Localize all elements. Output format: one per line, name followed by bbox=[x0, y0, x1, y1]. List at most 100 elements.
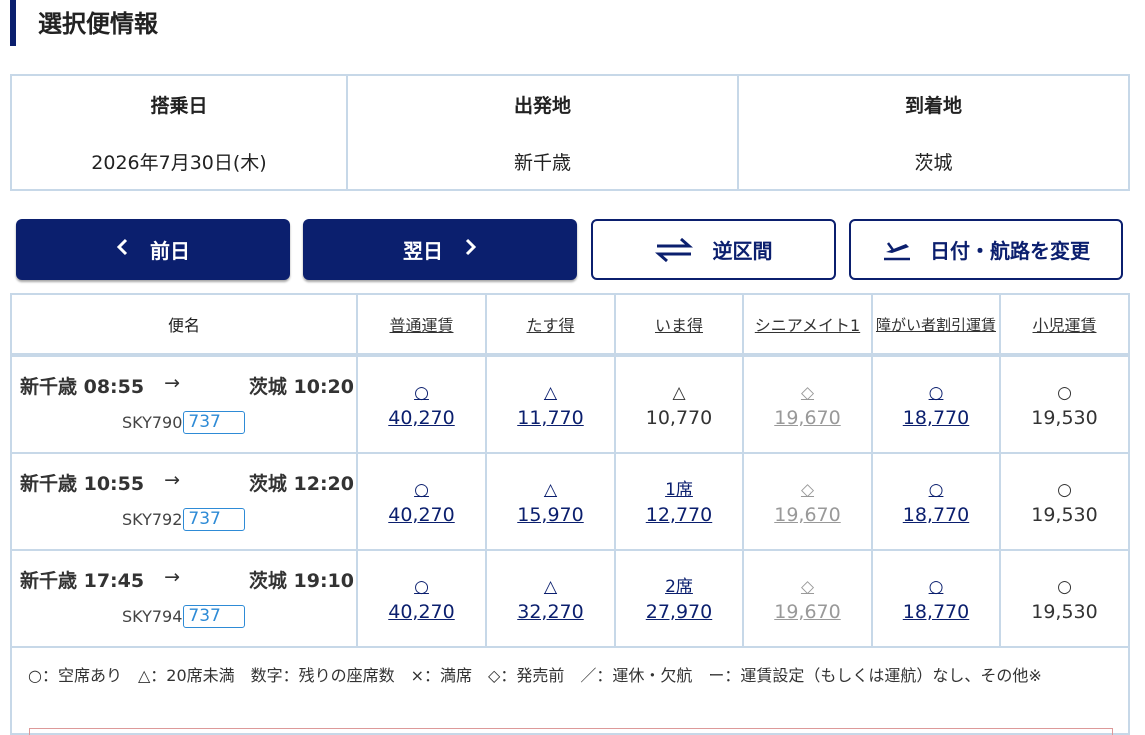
fare-option[interactable]: ◇ 19,670 bbox=[744, 454, 871, 528]
fare-option[interactable]: 2席 27,970 bbox=[616, 551, 742, 625]
fare-cell[interactable]: △ 32,270 bbox=[485, 549, 616, 648]
fare-header-link[interactable]: 障がい者割引運賃 bbox=[876, 316, 996, 334]
fare-option[interactable]: ○ 40,270 bbox=[358, 357, 485, 431]
fare-option[interactable]: ◇ 19,670 bbox=[744, 357, 871, 431]
fare-header-link[interactable]: 普通運賃 bbox=[389, 316, 453, 335]
aircraft-type-badge[interactable]: 737 bbox=[183, 605, 246, 628]
fare-cell[interactable]: ◇ 19,670 bbox=[742, 549, 873, 648]
route: 新千歳 08:55 → 茨城 10:20 bbox=[12, 357, 356, 399]
departure-time: 新千歳 17:45 bbox=[20, 570, 145, 592]
fare-cell[interactable]: △ 10,770 bbox=[614, 355, 744, 454]
fare-option[interactable]: ○ 40,270 bbox=[358, 551, 485, 625]
fare-cell[interactable]: 1席 12,770 bbox=[614, 452, 744, 551]
fare-cell[interactable]: ○ 18,770 bbox=[871, 549, 1001, 648]
aircraft-type-badge[interactable]: 737 bbox=[183, 411, 246, 434]
fare-cell[interactable]: ○ 18,770 bbox=[871, 355, 1001, 454]
fare-cell[interactable]: △ 11,770 bbox=[485, 355, 616, 454]
fare-cell[interactable]: ◇ 19,670 bbox=[742, 355, 873, 454]
fare-price: 40,270 bbox=[388, 407, 455, 429]
chevron-right-icon bbox=[465, 237, 477, 262]
availability-symbol: △ bbox=[543, 480, 558, 500]
fare-price: 18,770 bbox=[902, 407, 970, 429]
arrival-time: 茨城 19:10 bbox=[248, 570, 354, 592]
fare-header-imatoku[interactable]: いま得 bbox=[614, 295, 744, 355]
fare-header-link[interactable]: いま得 bbox=[655, 316, 703, 335]
fare-header-tasutoku[interactable]: たす得 bbox=[485, 295, 616, 355]
fare-option[interactable]: ◇ 19,670 bbox=[744, 551, 871, 625]
change-date-route-label: 日付・航路を変更 bbox=[930, 239, 1090, 263]
route-arrow: → bbox=[164, 566, 181, 588]
fare-option[interactable]: △ 10,770 bbox=[616, 357, 742, 431]
fare-header-child[interactable]: 小児運賃 bbox=[999, 295, 1128, 355]
flight-number: SKY792 bbox=[122, 510, 183, 529]
departure-label: 出発地 bbox=[513, 95, 571, 117]
flight-info-cell: 新千歳 08:55 → 茨城 10:20 SKY790 737 bbox=[12, 355, 358, 454]
fare-option[interactable]: ○ 18,770 bbox=[873, 454, 999, 528]
flight-fare-table: 便名 普通運賃 たす得 いま得 シニアメイト1 障がい者割引運賃 小児運賃 新千… bbox=[10, 293, 1130, 735]
change-date-route-button[interactable]: 日付・航路を変更 bbox=[849, 219, 1123, 280]
fare-cell[interactable]: ◇ 19,670 bbox=[742, 452, 873, 551]
notice-box bbox=[29, 728, 1113, 735]
fare-header-link[interactable]: シニアメイト1 bbox=[755, 316, 860, 335]
boarding-date-label: 搭乗日 bbox=[150, 95, 208, 117]
availability-symbol: △ bbox=[672, 383, 686, 403]
fare-header-link[interactable]: 小児運賃 bbox=[1032, 316, 1096, 335]
flight-number-line: SKY794 737 bbox=[122, 605, 356, 628]
next-day-button[interactable]: 翌日 bbox=[303, 219, 577, 280]
boarding-date-value: 2026年7月30日(木) bbox=[91, 152, 267, 174]
fare-option[interactable]: △ 11,770 bbox=[487, 357, 614, 431]
fare-cell[interactable]: ○ 18,770 bbox=[871, 452, 1001, 551]
fare-cell[interactable]: ○ 40,270 bbox=[356, 355, 487, 454]
fare-cell[interactable]: ○ 19,530 bbox=[999, 549, 1128, 648]
table-row: 新千歳 10:55 → 茨城 12:20 SKY792 737 ○ 40,270 △ 15,97… bbox=[12, 452, 1128, 551]
fare-price: 19,530 bbox=[1031, 407, 1098, 429]
availability-symbol: ○ bbox=[928, 577, 944, 597]
availability-symbol: ○ bbox=[1057, 577, 1072, 597]
flight-column-header: 便名 bbox=[12, 295, 358, 355]
fare-option[interactable]: ○ 18,770 bbox=[873, 357, 999, 431]
fare-header-disability[interactable]: 障がい者割引運賃 bbox=[871, 295, 1001, 355]
fare-option[interactable]: △ 32,270 bbox=[487, 551, 614, 625]
fare-header-regular[interactable]: 普通運賃 bbox=[356, 295, 487, 355]
table-row: 新千歳 17:45 → 茨城 19:10 SKY794 737 ○ 40,270 △ 32,27… bbox=[12, 549, 1128, 648]
fare-cell[interactable]: ○ 19,530 bbox=[999, 452, 1128, 551]
section-title: 選択便情報 bbox=[10, 0, 410, 46]
fare-option[interactable]: ○ 19,530 bbox=[1001, 454, 1128, 528]
availability-symbol: ○ bbox=[928, 480, 944, 500]
availability-symbol: 1席 bbox=[665, 480, 693, 500]
fare-cell[interactable]: △ 15,970 bbox=[485, 452, 616, 551]
prev-day-button[interactable]: 前日 bbox=[16, 219, 290, 280]
fare-option[interactable]: ○ 18,770 bbox=[873, 551, 999, 625]
fare-price: 40,270 bbox=[388, 504, 455, 526]
fare-header-link[interactable]: たす得 bbox=[526, 316, 574, 335]
availability-symbol: ○ bbox=[414, 383, 429, 403]
fare-cell[interactable]: ○ 40,270 bbox=[356, 452, 487, 551]
flight-info-cell: 新千歳 17:45 → 茨城 19:10 SKY794 737 bbox=[12, 549, 358, 648]
fare-option[interactable]: ○ 19,530 bbox=[1001, 551, 1128, 625]
route: 新千歳 17:45 → 茨城 19:10 bbox=[12, 551, 356, 593]
availability-symbol: ◇ bbox=[800, 383, 815, 403]
reverse-route-button[interactable]: 逆区間 bbox=[591, 219, 836, 280]
fare-price: 32,270 bbox=[517, 601, 584, 623]
availability-symbol: ○ bbox=[1057, 383, 1072, 403]
arrival-value: 茨城 bbox=[914, 152, 953, 174]
aircraft-type-badge[interactable]: 737 bbox=[183, 508, 246, 531]
arrival-label: 到着地 bbox=[904, 95, 962, 117]
flight-number: SKY790 bbox=[122, 413, 183, 432]
availability-symbol: ○ bbox=[1057, 480, 1072, 500]
fare-cell[interactable]: 2席 27,970 bbox=[614, 549, 744, 648]
availability-symbol: △ bbox=[543, 577, 558, 597]
fare-price: 15,970 bbox=[517, 504, 584, 526]
table-row: 新千歳 08:55 → 茨城 10:20 SKY790 737 ○ 40,270 △ 11,77… bbox=[12, 355, 1128, 454]
fare-cell[interactable]: ○ 19,530 bbox=[999, 355, 1128, 454]
boarding-date-col: 搭乗日 2026年7月30日(木) bbox=[12, 76, 348, 189]
arrival-time: 茨城 10:20 bbox=[248, 376, 354, 398]
fare-option[interactable]: △ 15,970 bbox=[487, 454, 614, 528]
fare-option[interactable]: 1席 12,770 bbox=[616, 454, 742, 528]
availability-symbol: ○ bbox=[928, 383, 944, 403]
fare-option[interactable]: ○ 40,270 bbox=[358, 454, 485, 528]
fare-price: 19,670 bbox=[774, 504, 841, 526]
fare-option[interactable]: ○ 19,530 bbox=[1001, 357, 1128, 431]
fare-header-senior[interactable]: シニアメイト1 bbox=[742, 295, 873, 355]
fare-cell[interactable]: ○ 40,270 bbox=[356, 549, 487, 648]
